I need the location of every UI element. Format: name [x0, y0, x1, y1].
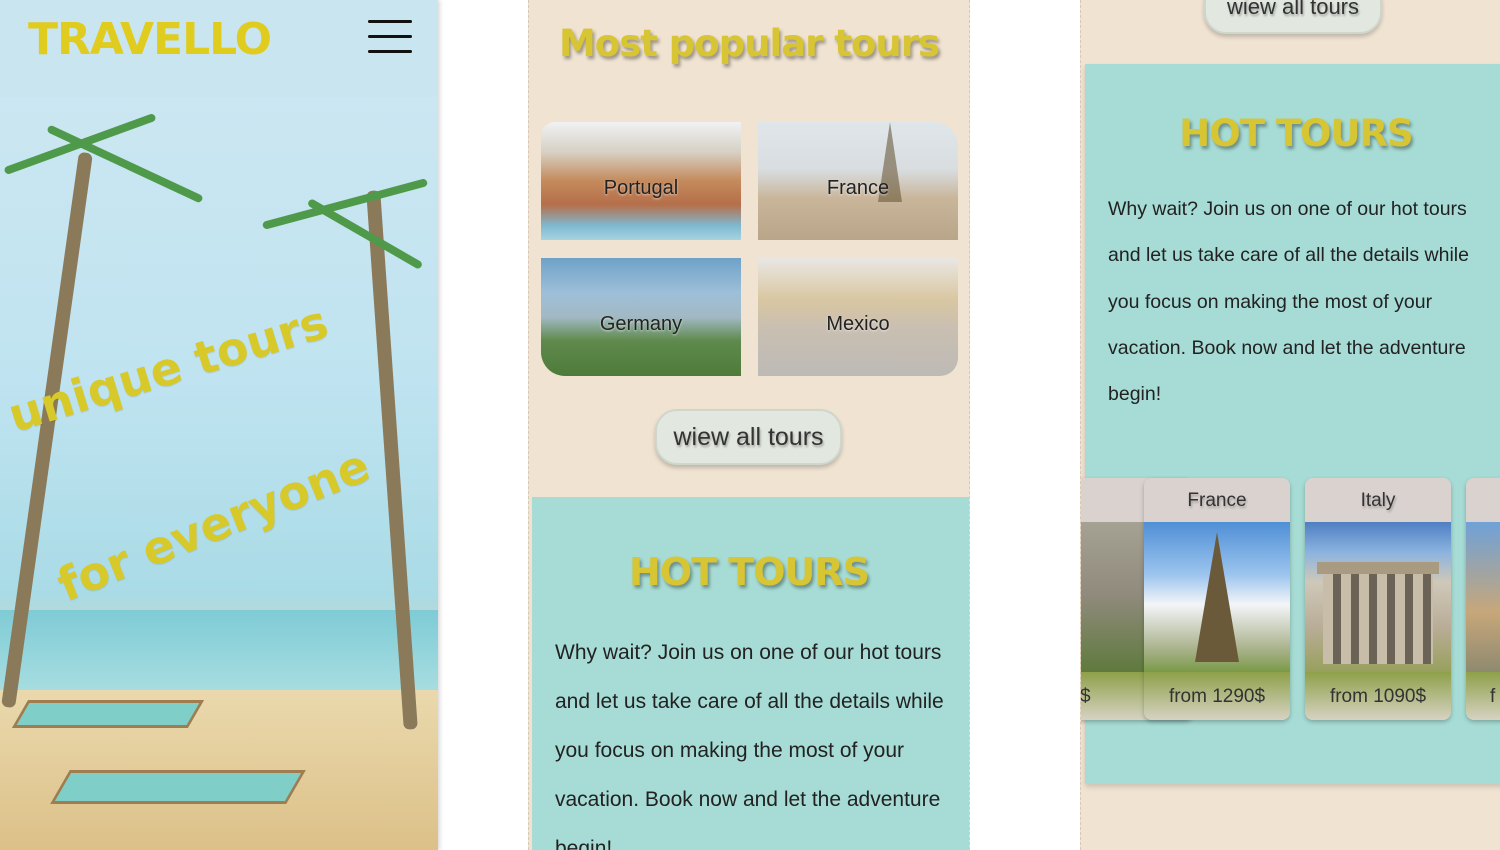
card-price: from 1090$ — [1329, 686, 1427, 707]
popular-tours-title: Most popular tours — [558, 22, 940, 65]
palm-leaf — [46, 124, 204, 204]
card-image — [1305, 522, 1451, 672]
site-header: TRAVELLO — [0, 0, 438, 97]
tour-tile-france[interactable]: France — [758, 122, 958, 240]
card-price: f — [1490, 686, 1496, 707]
card-price: 0$ — [1080, 686, 1091, 707]
hot-tours-description: Why wait? Join us on one of our hot tour… — [1108, 198, 1469, 406]
card-price: from 1290$ — [1168, 686, 1266, 707]
hot-tours-title: HOT TOURS — [629, 550, 870, 594]
menu-hamburger-icon[interactable] — [368, 20, 412, 56]
hot-tours-title: HOT TOURS — [1179, 112, 1413, 155]
hot-tour-card-france[interactable]: France from 1290$ — [1144, 478, 1290, 720]
sea-background — [0, 610, 438, 690]
tour-tile-mexico[interactable]: Mexico — [758, 258, 958, 376]
tour-tile-label: Portugal — [603, 177, 679, 199]
tour-tile-germany[interactable]: Germany — [541, 258, 741, 376]
card-country: Italy — [1360, 490, 1396, 511]
site-logo[interactable]: TRAVELLO — [28, 14, 272, 65]
tour-tile-label: Germany — [599, 313, 683, 335]
sunbed — [50, 770, 306, 804]
view-all-tours-button[interactable]: wiew all tours — [655, 409, 842, 465]
hero-screen: TRAVELLO unique tours for everyone — [0, 0, 438, 850]
temple-columns-icon — [1323, 574, 1433, 664]
eiffel-tower-icon — [1195, 532, 1239, 662]
hot-tour-card[interactable]: f — [1466, 478, 1500, 720]
card-image — [1144, 522, 1290, 672]
tour-tile-label: France — [826, 177, 890, 199]
card-header — [1466, 478, 1500, 522]
hot-tour-card-italy[interactable]: Italy from 1090$ — [1305, 478, 1451, 720]
palm-leaf — [306, 198, 424, 270]
popular-tours-screen: Most popular tours Portugal France Germa… — [528, 0, 970, 850]
card-country: France — [1187, 490, 1247, 511]
hot-tours-screen: wiew all tours HOT TOURS Why wait? Join … — [1080, 0, 1500, 850]
sunbed — [11, 700, 205, 728]
temple-roof-icon — [1317, 562, 1439, 574]
card-image — [1466, 522, 1500, 672]
hot-tours-description: Why wait? Join us on one of our hot tour… — [555, 641, 944, 850]
tour-tile-label: Mexico — [826, 313, 890, 335]
view-all-tours-button[interactable]: wiew all tours — [1204, 0, 1382, 34]
hero-slogan-line2: for everyone — [49, 438, 377, 613]
tour-tile-portugal[interactable]: Portugal — [541, 122, 741, 240]
